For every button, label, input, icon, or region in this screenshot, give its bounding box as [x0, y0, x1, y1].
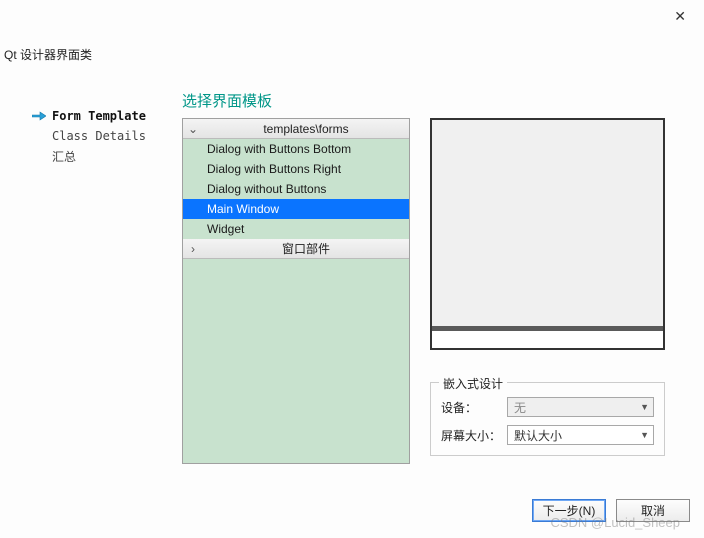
cancel-button[interactable]: 取消 [616, 499, 690, 522]
screen-size-combo[interactable]: 默认大小 ▼ [507, 425, 654, 445]
preview-statusbar [432, 326, 663, 348]
combo-value: 默认大小 [514, 427, 562, 444]
device-label: 设备： [441, 399, 501, 416]
button-label: 取消 [641, 502, 665, 519]
tree-group-widgets[interactable]: › 窗口部件 [183, 239, 409, 259]
button-label: 下一步(N) [543, 502, 596, 519]
group-legend: 嵌入式设计 [439, 375, 507, 392]
step-form-template[interactable]: Form Template [30, 106, 160, 126]
step-label: Class Details [52, 129, 146, 143]
tree-group-label: templates\forms [203, 122, 409, 136]
template-tree: ⌄ templates\forms Dialog with Buttons Bo… [182, 118, 410, 464]
screen-size-label: 屏幕大小： [441, 427, 501, 444]
chevron-down-icon: ▼ [640, 402, 649, 412]
preview-pane [430, 118, 665, 350]
wizard-steps: Form Template Class Details 汇总 [30, 106, 160, 166]
tree-item-selected[interactable]: Main Window [183, 199, 409, 219]
step-class-details[interactable]: Class Details [30, 126, 160, 146]
combo-value: 无 [514, 399, 526, 416]
embedded-design-group: 嵌入式设计 设备： 无 ▼ 屏幕大小： 默认大小 ▼ [430, 382, 665, 456]
page-title: Qt 设计器界面类 [4, 46, 92, 63]
step-summary[interactable]: 汇总 [30, 146, 160, 166]
close-icon[interactable]: ✕ [674, 8, 686, 25]
chevron-right-icon: › [183, 242, 203, 256]
tree-group-label: 窗口部件 [203, 240, 409, 257]
tree-item[interactable]: Dialog with Buttons Right [183, 159, 409, 179]
tree-group-forms[interactable]: ⌄ templates\forms [183, 119, 409, 139]
device-combo[interactable]: 无 ▼ [507, 397, 654, 417]
step-label: 汇总 [52, 148, 76, 165]
section-heading: 选择界面模板 [182, 90, 272, 111]
tree-item[interactable]: Widget [183, 219, 409, 239]
chevron-down-icon: ▼ [640, 430, 649, 440]
tree-item[interactable]: Dialog without Buttons [183, 179, 409, 199]
step-label: Form Template [52, 109, 146, 123]
tree-item[interactable]: Dialog with Buttons Bottom [183, 139, 409, 159]
next-button[interactable]: 下一步(N) [532, 499, 606, 522]
dialog-buttons: 下一步(N) 取消 [532, 499, 690, 522]
arrow-right-icon [30, 111, 48, 121]
chevron-down-icon: ⌄ [183, 122, 203, 136]
